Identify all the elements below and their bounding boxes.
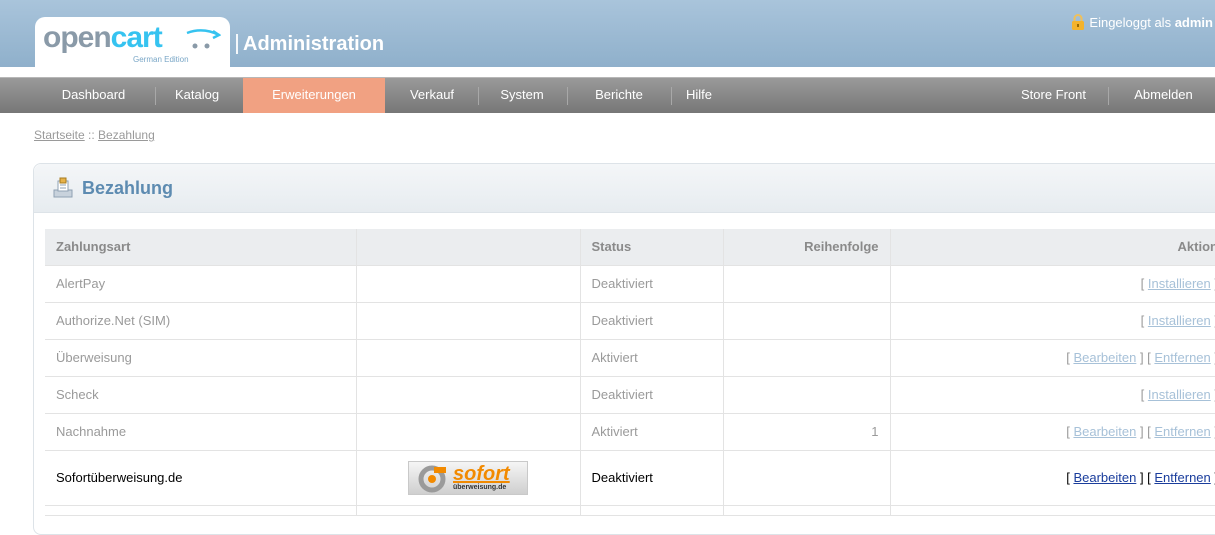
payment-panel: Bezahlung Zahlungsart Status Reihenfolge… (33, 163, 1215, 535)
row-cell (723, 505, 891, 516)
install-link[interactable]: Installieren (1148, 313, 1211, 328)
table-row: Scheck Deaktiviert [ Installieren ] (45, 376, 1215, 414)
row-actions: [ Bearbeiten ] [ Entfernen ] (890, 450, 1215, 506)
row-image (356, 413, 581, 451)
row-status: Deaktiviert (580, 450, 724, 506)
panel-title: Bezahlung (82, 178, 174, 198)
sofort-logo-word: sofort (453, 462, 510, 485)
row-actions: [ Installieren ] (890, 376, 1215, 414)
column-header-status[interactable]: Status (580, 229, 724, 266)
column-header-name[interactable]: Zahlungsart (45, 229, 357, 266)
payment-icon (53, 177, 73, 198)
breadcrumb-home[interactable]: Startseite (34, 128, 85, 142)
logo-subtitle: German Edition (133, 55, 189, 64)
breadcrumb-current[interactable]: Bezahlung (98, 128, 155, 142)
row-actions: [ Installieren ] (890, 302, 1215, 340)
nav-verkauf[interactable]: Verkauf (397, 78, 467, 113)
row-image: sofort überweisung.de (356, 450, 581, 506)
nav-divider (567, 87, 568, 105)
nav-divider (671, 87, 672, 105)
header-separator (236, 34, 238, 54)
row-order (723, 339, 891, 377)
edit-link[interactable]: Bearbeiten (1073, 470, 1136, 485)
row-image (356, 376, 581, 414)
row-name: Überweisung (45, 339, 357, 377)
row-order (723, 265, 891, 303)
nav-abmelden[interactable]: Abmelden (1116, 78, 1211, 113)
row-image (356, 339, 581, 377)
remove-link[interactable]: Entfernen (1154, 424, 1210, 439)
row-name: AlertPay (45, 265, 357, 303)
row-name: Nachnahme (45, 413, 357, 451)
row-status: Deaktiviert (580, 376, 724, 414)
row-actions: [ Bearbeiten ] [ Entfernen ] (890, 413, 1215, 451)
edit-link[interactable]: Bearbeiten (1073, 350, 1136, 365)
table-row: Überweisung Aktiviert [ Bearbeiten ] [ E… (45, 339, 1215, 377)
install-link[interactable]: Installieren (1148, 387, 1211, 402)
login-user: admin (1174, 15, 1213, 30)
row-image (356, 265, 581, 303)
nav-store-front[interactable]: Store Front (1007, 78, 1100, 113)
nav-erweiterungen[interactable]: Erweiterungen (243, 78, 385, 113)
row-order (723, 450, 891, 506)
install-link[interactable]: Installieren (1148, 276, 1211, 291)
row-status: Aktiviert (580, 339, 724, 377)
breadcrumb-separator: :: (84, 128, 99, 142)
edit-link[interactable]: Bearbeiten (1073, 424, 1136, 439)
table-row: Sofortüberweisung.de sofort überweisung.… (45, 450, 1215, 506)
panel-header: Bezahlung (34, 164, 1215, 213)
logo-wordmark: opencart (43, 21, 163, 54)
cart-icon (186, 29, 221, 49)
row-actions: [ Installieren ] (890, 265, 1215, 303)
sofort-swirl-icon (418, 465, 446, 492)
sofort-logo-sub: überweisung.de (453, 483, 507, 491)
row-name: Sofortüberweisung.de (45, 450, 357, 506)
row-cell (580, 505, 724, 516)
nav-hilfe[interactable]: Hilfe (674, 78, 724, 113)
row-name: Scheck (45, 376, 357, 414)
page-title: Administration (243, 33, 385, 55)
nav-divider (478, 87, 479, 105)
remove-link[interactable]: Entfernen (1154, 470, 1210, 485)
breadcrumb: Startseite :: Bezahlung (34, 128, 155, 142)
remove-link[interactable]: Entfernen (1154, 350, 1210, 365)
table-row (45, 505, 1215, 516)
login-status: Eingeloggt als admin (1071, 14, 1213, 32)
table-row: Nachnahme Aktiviert 1 [ Bearbeiten ] [ E… (45, 413, 1215, 451)
table-header-row: Zahlungsart Status Reihenfolge Aktion (45, 229, 1215, 266)
nav-katalog[interactable]: Katalog (163, 78, 231, 113)
main-nav: Dashboard Katalog Erweiterungen Verkauf … (0, 77, 1215, 113)
header: opencart German Edition Administration E… (0, 0, 1215, 67)
column-header-image (356, 229, 581, 266)
column-header-order[interactable]: Reihenfolge (723, 229, 891, 266)
sofort-logo: sofort überweisung.de (408, 460, 528, 495)
row-status: Deaktiviert (580, 265, 724, 303)
opencart-logo[interactable]: opencart German Edition (35, 17, 230, 67)
nav-divider (1108, 87, 1109, 105)
row-cell (890, 505, 1215, 516)
table-row: Authorize.Net (SIM) Deaktiviert [ Instal… (45, 302, 1215, 340)
nav-berichte[interactable]: Berichte (576, 78, 662, 113)
column-header-action: Aktion (890, 229, 1215, 266)
row-cell (356, 505, 581, 516)
row-order (723, 376, 891, 414)
row-order (723, 302, 891, 340)
row-status: Deaktiviert (580, 302, 724, 340)
payment-table: Zahlungsart Status Reihenfolge Aktion Al… (45, 229, 1215, 516)
nav-divider (155, 87, 156, 105)
nav-dashboard[interactable]: Dashboard (42, 78, 145, 113)
lock-icon (1072, 14, 1085, 30)
table-row: AlertPay Deaktiviert [ Installieren ] (45, 265, 1215, 303)
row-actions: [ Bearbeiten ] [ Entfernen ] (890, 339, 1215, 377)
row-image (356, 302, 581, 340)
row-cell (45, 505, 357, 516)
row-status: Aktiviert (580, 413, 724, 451)
login-prefix: Eingeloggt als (1089, 15, 1172, 30)
nav-system[interactable]: System (486, 78, 558, 113)
row-name: Authorize.Net (SIM) (45, 302, 357, 340)
row-order: 1 (723, 413, 891, 451)
